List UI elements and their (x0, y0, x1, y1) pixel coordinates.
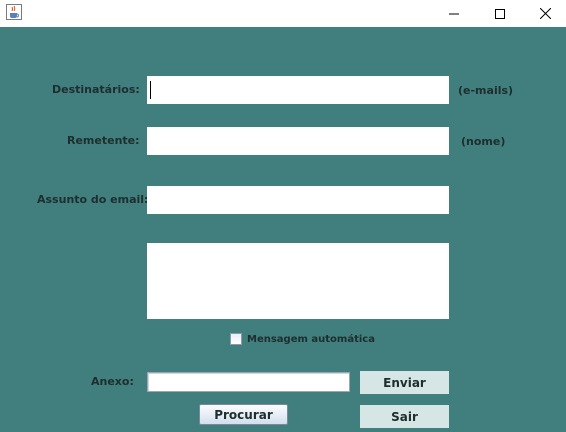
remetente-input[interactable] (147, 127, 449, 155)
destinatarios-input[interactable] (147, 76, 449, 104)
text-caret (150, 81, 151, 99)
close-button[interactable] (522, 0, 566, 27)
minimize-button[interactable] (431, 0, 477, 27)
title-bar (0, 0, 566, 27)
mensagem-automatica-label: Mensagem automática (247, 333, 375, 345)
destinatarios-field-wrap (147, 76, 449, 104)
mensagem-automatica-checkbox[interactable]: Mensagem automática (230, 333, 375, 345)
minimize-icon (449, 13, 459, 14)
sair-button[interactable]: Sair (360, 405, 449, 428)
mensagem-textarea[interactable] (147, 243, 449, 319)
anexo-input[interactable] (147, 372, 350, 392)
maximize-icon (495, 8, 505, 19)
enviar-button[interactable]: Enviar (360, 371, 449, 394)
checkbox-box[interactable] (230, 333, 242, 345)
procurar-button[interactable]: Procurar (199, 404, 288, 425)
form-panel: Destinatários: (e-mails) Remetente: (nom… (0, 27, 566, 432)
java-cup-icon (6, 4, 22, 20)
maximize-button[interactable] (477, 0, 523, 27)
destinatarios-label: Destinatários: (52, 83, 140, 96)
anexo-label: Anexo: (91, 375, 134, 388)
close-icon (539, 8, 551, 19)
assunto-input[interactable] (147, 186, 449, 214)
remetente-label: Remetente: (67, 134, 140, 147)
destinatarios-hint: (e-mails) (458, 84, 514, 97)
assunto-label: Assunto do email: (37, 193, 149, 206)
remetente-hint: (nome) (461, 135, 506, 148)
